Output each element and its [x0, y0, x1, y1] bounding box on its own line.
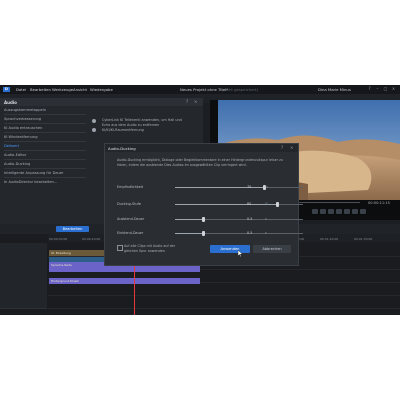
audio-item-3[interactable]: KI Windentfernung — [4, 135, 38, 139]
music-clip-label: Hintergrund-Musik — [51, 279, 79, 283]
audio-item-7[interactable]: Intelligente Anpassung für Dauer — [4, 171, 64, 175]
dialog-help-icon[interactable]: ? — [281, 145, 283, 150]
audio-item-4[interactable]: Dellwert — [4, 144, 19, 148]
option-radio[interactable] — [92, 119, 96, 123]
ruler-tick: 00:01:30:00 — [354, 237, 373, 241]
fade-out-unit: s — [265, 217, 267, 221]
app-logo: D — [3, 87, 10, 92]
fade-in-slider-fill — [175, 233, 204, 234]
apply-button[interactable]: Anwenden — [210, 245, 250, 253]
dialog-close-icon[interactable]: × — [290, 145, 293, 150]
divider — [4, 141, 86, 142]
user-name[interactable]: Dina Marie Minus — [318, 87, 351, 92]
audio-item-0[interactable]: Auszugskammetappeln — [4, 108, 46, 112]
divider — [4, 114, 86, 115]
menu-wiedergabe[interactable]: Wiedergabe — [90, 87, 113, 92]
maximize-button[interactable]: □ — [382, 86, 389, 92]
cancel-button[interactable]: Abbrechen — [253, 245, 291, 253]
next-frame-button[interactable] — [336, 209, 342, 214]
divider — [4, 168, 86, 169]
fade-in-slider-handle[interactable] — [201, 231, 205, 236]
slider-label-fade-in: Einblend-Dauer — [117, 231, 144, 235]
panel-description: Echo aus dem Audio zu entfernen — [102, 123, 160, 127]
ruler-tick: 00:00:00:00 — [49, 237, 68, 241]
fade-out-value[interactable]: 0.5 — [247, 217, 252, 221]
track-lane[interactable] — [48, 282, 400, 296]
option-radio[interactable] — [92, 128, 96, 132]
play-button[interactable] — [312, 209, 318, 214]
ducking-level-slider-fill — [175, 204, 278, 205]
edit-button[interactable]: Bearbeiten — [56, 226, 89, 232]
ruler-tick: 00:01:20:00 — [320, 237, 339, 241]
audio-clip-label: Sprache-Rede — [51, 263, 72, 267]
panel-description: KI/KI/KI-Raumentfernung — [102, 128, 144, 132]
divider — [4, 177, 86, 178]
document-status: (nicht gespeichert) — [222, 87, 259, 92]
menu-bearbeiten[interactable]: Bearbeiten — [30, 87, 51, 92]
track-header[interactable] — [0, 295, 47, 309]
menu-werkzeuge[interactable]: Werkzeuge — [52, 87, 73, 92]
audio-panel-title: Audio — [4, 100, 17, 105]
video-clip-label: 01 Einleitung — [51, 251, 71, 255]
divider — [4, 150, 86, 151]
minimize-button[interactable]: – — [374, 86, 381, 92]
track-header[interactable] — [0, 256, 47, 270]
mouse-cursor-icon — [238, 250, 243, 257]
ruler-tick: 00:00:10:00 — [82, 237, 101, 241]
track-header[interactable] — [0, 269, 47, 283]
fade-in-value[interactable]: 0.5 — [247, 231, 252, 235]
snapshot-button[interactable] — [344, 209, 350, 214]
fade-out-slider-handle[interactable] — [201, 217, 205, 222]
dialog-description: hören, indem die ausblende Dies Audios i… — [117, 163, 247, 167]
sensitivity-unit: % — [265, 185, 269, 189]
track-lane[interactable] — [48, 295, 400, 309]
prev-frame-button[interactable] — [328, 209, 334, 214]
audio-item-5[interactable]: Audio-Editor — [4, 153, 26, 157]
slider-label-fade-out: Ausblend-Dauer — [117, 217, 145, 221]
stop-button[interactable] — [320, 209, 326, 214]
ducking-level-unit: % — [265, 202, 269, 206]
ducking-level-slider-handle[interactable] — [275, 202, 279, 207]
apply-to-all-checkbox[interactable] — [117, 245, 123, 251]
track-header[interactable] — [0, 243, 47, 257]
slider-label-sensitivity: Empfindlichkeit — [117, 185, 144, 189]
audio-item-2[interactable]: KI Audio entrauschen — [4, 126, 42, 130]
ducking-level-value[interactable]: 80 — [247, 202, 251, 206]
divider — [4, 123, 86, 124]
panel-help-icon[interactable]: ? — [186, 99, 188, 104]
audio-item-6[interactable]: Audio-Ducking — [4, 162, 30, 166]
divider — [4, 159, 86, 160]
audio-item-1[interactable]: Sprachverbesserung — [4, 117, 41, 121]
menu-ansicht[interactable]: Ansicht — [73, 87, 87, 92]
dialog-header: Audio-Ducking ? × — [105, 144, 298, 152]
audio-item-8[interactable]: In AudioDirector bearbeiten... — [4, 180, 57, 184]
track-header[interactable] — [0, 282, 47, 296]
close-button[interactable]: × — [390, 86, 397, 92]
divider — [4, 132, 86, 133]
apply-to-all-label: Auf alle Clips mit Audio auf der — [124, 244, 176, 248]
sensitivity-value[interactable]: 70 — [247, 185, 251, 189]
slider-label-ducking-level: Ducking-Stufe — [117, 202, 141, 206]
volume-button[interactable] — [352, 209, 358, 214]
document-title: Neues Projekt ohne Titel* — [180, 87, 229, 92]
audio-panel-header: Audio ? × — [0, 98, 203, 106]
panel-description: CyberLink KI Tellenerkl anwenden, um Hal… — [102, 118, 182, 122]
dialog-title: Audio-Ducking — [108, 146, 136, 151]
menu-bar: D Datei Bearbeiten Werkzeuge Ansicht Wie… — [0, 85, 400, 94]
fade-in-unit: s — [265, 231, 267, 235]
panel-close-icon[interactable]: × — [194, 99, 197, 104]
fade-out-slider-fill — [175, 219, 204, 220]
apply-to-all-label: gleichen Spur anwenden — [124, 249, 165, 253]
music-clip[interactable]: Hintergrund-Musik — [49, 278, 200, 284]
preview-timecode: 00:00:11:15 — [368, 201, 390, 205]
dialog-description: Audio-Ducking ermöglicht, Dialoge oder B… — [117, 158, 283, 162]
help-button[interactable]: ? — [366, 86, 373, 92]
menu-datei[interactable]: Datei — [16, 87, 26, 92]
fullscreen-button[interactable] — [360, 209, 366, 214]
